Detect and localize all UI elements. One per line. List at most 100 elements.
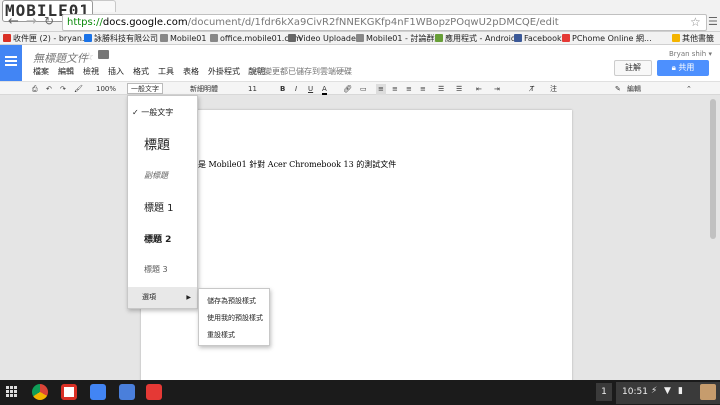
user-account[interactable]: Bryan shih ▾	[669, 50, 712, 58]
bookmark-video-uploader[interactable]: Video Uploader	[288, 33, 359, 44]
undo-icon[interactable]: ↶	[46, 84, 52, 95]
back-icon[interactable]: ←	[8, 14, 19, 29]
align-center-icon[interactable]: ≡	[392, 84, 398, 95]
bookmark-forum[interactable]: Mobile01 - 討論群組	[356, 33, 442, 44]
menu-insert[interactable]: 插入	[108, 67, 124, 76]
menu-bar: 檔案 編輯 檢視 插入 格式 工具 表格 外掛程式 說明	[33, 66, 274, 77]
save-status: 所有變更都已儲存到雲端硬碟	[248, 67, 352, 76]
menu-view[interactable]: 檢視	[83, 67, 99, 76]
align-left-icon[interactable]: ≡	[376, 84, 386, 95]
menu-file[interactable]: 檔案	[33, 67, 49, 76]
gmail-icon	[3, 34, 11, 42]
use-default-style[interactable]: 使用我的預設樣式	[207, 313, 263, 323]
bookmark-other[interactable]: 其他書籤	[672, 33, 714, 44]
docs-logo-icon[interactable]	[0, 45, 22, 81]
clock: 10:51	[622, 387, 648, 397]
pchome-icon	[562, 34, 570, 42]
redo-icon[interactable]: ↷	[60, 84, 66, 95]
font-select[interactable]: 新細明體	[190, 84, 218, 95]
page-icon	[160, 34, 168, 42]
formatting-toolbar: ⎙ ↶ ↷ 🖌︎ 100% 一般文字 新細明體 11 B I U A 🔗︎ ▭ …	[0, 81, 720, 95]
font-size-select[interactable]: 11	[248, 84, 257, 95]
bulleted-list-icon[interactable]: ☰	[456, 84, 462, 95]
folder-icon	[672, 34, 680, 42]
bookmark-gmail[interactable]: 收件匣 (2) - bryan...	[3, 33, 90, 44]
scrollbar-thumb[interactable]	[710, 99, 716, 239]
play-store-icon	[435, 34, 443, 42]
folder-icon[interactable]	[98, 50, 109, 59]
style-heading-2[interactable]: 標題 2	[144, 232, 213, 245]
youtube-app-icon[interactable]	[146, 384, 162, 400]
menu-addons[interactable]: 外掛程式	[208, 67, 240, 76]
paint-format-icon[interactable]: 🖌︎	[74, 84, 83, 95]
comment-icon[interactable]: ▭	[360, 84, 367, 95]
reset-styles[interactable]: 重設樣式	[207, 330, 235, 340]
address-bar[interactable]: https://docs.google.com/document/d/1fdr6…	[62, 14, 707, 31]
increase-indent-icon[interactable]: ⇥	[494, 84, 500, 95]
bookmark-pchome[interactable]: PChome Online 網...	[562, 33, 652, 44]
gmail-app-icon[interactable]	[61, 384, 77, 400]
align-right-icon[interactable]: ≡	[406, 84, 412, 95]
battery-icon: ▮	[678, 386, 683, 396]
align-justify-icon[interactable]: ≡	[420, 84, 426, 95]
link-icon[interactable]: 🔗︎	[343, 84, 352, 95]
save-default-style[interactable]: 儲存為預設樣式	[207, 296, 256, 306]
line-spacing-button[interactable]: 注	[550, 84, 557, 95]
style-heading-1[interactable]: 標題 1	[144, 199, 213, 214]
print-icon[interactable]: ⎙	[32, 84, 38, 95]
style-normal-text[interactable]: ✓ 一般文字	[132, 107, 201, 118]
bookmark-android[interactable]: 應用程式 - Android	[435, 33, 516, 44]
bookmark-facebook[interactable]: Facebook	[514, 33, 562, 44]
share-button[interactable]: 🔒︎ 共用	[657, 60, 709, 76]
app-launcher-icon[interactable]	[6, 386, 18, 398]
comments-button[interactable]: 註解	[614, 60, 652, 76]
zoom-select[interactable]: 100%	[96, 84, 116, 95]
clear-formatting-icon[interactable]: T̸	[530, 84, 534, 95]
url-scheme: https://	[67, 17, 103, 28]
numbered-list-icon[interactable]: ☰	[438, 84, 444, 95]
menu-format[interactable]: 格式	[133, 67, 149, 76]
docs-app-icon[interactable]	[119, 384, 135, 400]
notification-badge[interactable]: 1	[596, 383, 612, 401]
pencil-icon: ✎	[615, 85, 621, 93]
document-title[interactable]: 無標題文件	[33, 50, 88, 66]
bookmark-mobile01[interactable]: Mobile01	[160, 33, 206, 44]
bookmark-star-icon[interactable]: ☆	[690, 15, 701, 29]
bold-button[interactable]: B	[280, 84, 285, 95]
text-color-button[interactable]: A	[322, 84, 327, 95]
browser-menu-icon[interactable]: ☰	[708, 15, 718, 28]
style-dropdown-menu: ✓ 一般文字 標題 副標題 標題 1 標題 2 標題 3 選項 ▶	[127, 95, 198, 309]
menu-tools[interactable]: 工具	[158, 67, 174, 76]
style-options[interactable]: 選項 ▶	[128, 287, 197, 308]
edit-mode-button[interactable]: 編輯	[627, 84, 641, 95]
page-icon	[356, 34, 364, 42]
underline-button[interactable]: U	[308, 84, 313, 95]
page-icon	[210, 34, 218, 42]
style-subtitle[interactable]: 副標題	[144, 170, 213, 181]
style-select[interactable]: 一般文字	[127, 83, 163, 94]
chrome-app-icon[interactable]	[32, 384, 48, 400]
menu-edit[interactable]: 編輯	[58, 67, 74, 76]
collapse-icon[interactable]: ⌃	[686, 84, 692, 95]
decrease-indent-icon[interactable]: ⇤	[476, 84, 482, 95]
url-host: docs.google.com	[102, 17, 188, 28]
os-shelf	[0, 380, 720, 405]
url-path: /document/d/1fdr6kXa9CivR2fNNEKGKfp4nF1W…	[187, 17, 559, 28]
bookmark-company[interactable]: 詠勝科技有限公司	[84, 33, 158, 44]
star-icon[interactable]: ☆	[84, 50, 94, 63]
italic-button[interactable]: I	[295, 84, 297, 95]
bookmarks-bar: 收件匣 (2) - bryan... 詠勝科技有限公司 Mobile01 off…	[0, 32, 720, 45]
avatar	[700, 384, 716, 400]
menu-table[interactable]: 表格	[183, 67, 199, 76]
facebook-icon	[514, 34, 522, 42]
document-text[interactable]: 是 Mobile01 針對 Acer Chromebook 13 的測試文件	[198, 159, 396, 170]
reload-icon[interactable]: ↻	[44, 14, 54, 28]
network-icon: ⚡	[651, 386, 658, 396]
style-heading-3[interactable]: 標題 3	[144, 264, 213, 275]
site-icon	[84, 34, 92, 42]
forward-icon[interactable]: →	[26, 14, 37, 29]
google-search-app-icon[interactable]	[90, 384, 106, 400]
wifi-icon: ▼	[664, 386, 671, 396]
style-title[interactable]: 標題	[144, 134, 213, 153]
status-tray[interactable]: 10:51 ⚡ ▼ ▮	[616, 382, 720, 404]
